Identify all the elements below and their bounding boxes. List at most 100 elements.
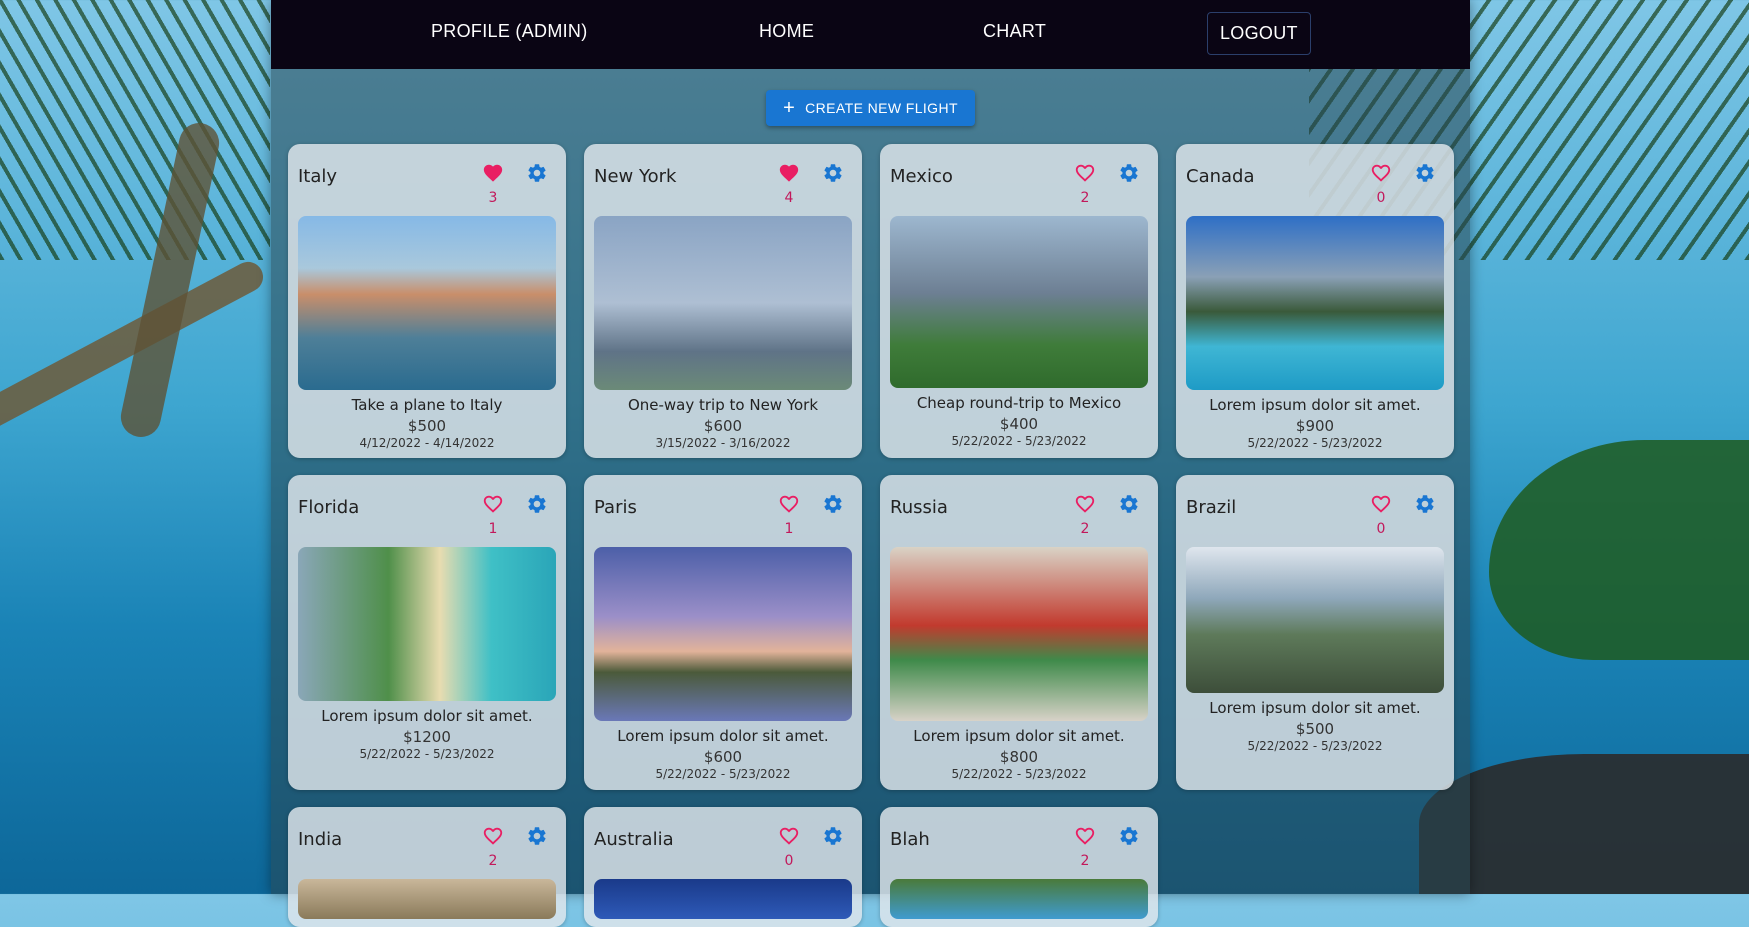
flight-card: Brazil 0 Lorem ipsum dolor sit amet. $500 5/… <box>1176 475 1454 790</box>
destination-image <box>594 216 852 390</box>
destination-image <box>890 216 1148 388</box>
card-price: $400 <box>999 415 1039 433</box>
card-description: Lorem ipsum dolor sit amet. <box>321 707 533 725</box>
card-title: Brazil <box>1186 497 1237 518</box>
card-price: $800 <box>999 748 1039 766</box>
nav-profile[interactable]: PROFILE (ADMIN) <box>431 21 588 42</box>
gear-icon[interactable] <box>1118 493 1140 515</box>
heart-icon[interactable] <box>1370 162 1392 184</box>
palm-leaves-left <box>0 0 270 260</box>
nav-chart[interactable]: CHART <box>983 21 1046 42</box>
create-flight-label: CREATE NEW FLIGHT <box>805 100 958 116</box>
destination-image <box>298 547 556 701</box>
main-panel: PROFILE (ADMIN) HOME CHART LOGOUT + CREA… <box>271 0 1470 927</box>
heart-icon[interactable] <box>778 493 800 515</box>
heart-icon[interactable] <box>482 493 504 515</box>
card-description: Lorem ipsum dolor sit amet. <box>1209 396 1421 414</box>
card-title: Australia <box>594 829 674 850</box>
card-dates: 5/22/2022 - 5/23/2022 <box>359 747 495 761</box>
create-flight-button[interactable]: + CREATE NEW FLIGHT <box>766 90 975 126</box>
card-description: One-way trip to New York <box>627 396 819 414</box>
card-description: Cheap round-trip to Mexico <box>916 394 1122 412</box>
like-count: 1 <box>784 521 794 537</box>
like-count: 2 <box>1080 190 1090 206</box>
gear-icon[interactable] <box>526 825 548 847</box>
card-title: New York <box>594 166 677 187</box>
card-price: $500 <box>407 417 447 435</box>
card-dates: 5/22/2022 - 5/23/2022 <box>951 767 1087 781</box>
card-title: Florida <box>298 497 360 518</box>
heart-icon[interactable] <box>482 825 504 847</box>
flight-card: Canada 0 Lorem ipsum dolor sit amet. $900 5/… <box>1176 144 1454 458</box>
destination-image <box>594 547 852 721</box>
like-count: 0 <box>1376 190 1386 206</box>
heart-icon[interactable] <box>778 162 800 184</box>
flight-card: India 2 <box>288 807 566 927</box>
gear-icon[interactable] <box>1414 493 1436 515</box>
gear-icon[interactable] <box>1414 162 1436 184</box>
card-dates: 4/12/2022 - 4/14/2022 <box>359 436 495 450</box>
like-count: 1 <box>488 521 498 537</box>
gear-icon[interactable] <box>526 493 548 515</box>
like-count: 0 <box>784 853 794 869</box>
card-dates: 5/22/2022 - 5/23/2022 <box>1247 739 1383 753</box>
gear-icon[interactable] <box>822 493 844 515</box>
card-dates: 5/22/2022 - 5/23/2022 <box>1247 436 1383 450</box>
heart-icon[interactable] <box>482 162 504 184</box>
logout-button[interactable]: LOGOUT <box>1207 12 1311 55</box>
card-dates: 5/22/2022 - 5/23/2022 <box>655 767 791 781</box>
gear-icon[interactable] <box>1118 162 1140 184</box>
flight-card: Russia 2 Lorem ipsum dolor sit amet. $800 5/… <box>880 475 1158 790</box>
plus-icon: + <box>783 97 796 119</box>
flight-card: Australia 0 <box>584 807 862 927</box>
card-price: $600 <box>703 748 743 766</box>
island <box>1489 440 1749 660</box>
card-title: Paris <box>594 497 637 518</box>
card-price: $500 <box>1295 720 1335 738</box>
card-title: Canada <box>1186 166 1255 187</box>
card-title: India <box>298 829 343 850</box>
destination-image <box>298 216 556 390</box>
like-count: 2 <box>488 853 498 869</box>
card-description: Lorem ipsum dolor sit amet. <box>617 727 829 745</box>
flight-card: Paris 1 Lorem ipsum dolor sit amet. $600 5/2… <box>584 475 862 790</box>
card-price: $900 <box>1295 417 1335 435</box>
heart-icon[interactable] <box>1074 162 1096 184</box>
destination-image <box>298 879 556 919</box>
like-count: 0 <box>1376 521 1386 537</box>
card-dates: 5/22/2022 - 5/23/2022 <box>951 434 1087 448</box>
nav-home[interactable]: HOME <box>759 21 814 42</box>
like-count: 2 <box>1080 521 1090 537</box>
card-title: Russia <box>890 497 948 518</box>
card-price: $600 <box>703 417 743 435</box>
destination-image <box>890 547 1148 721</box>
gear-icon[interactable] <box>822 825 844 847</box>
destination-image <box>1186 547 1444 693</box>
heart-icon[interactable] <box>1074 493 1096 515</box>
gear-icon[interactable] <box>1118 825 1140 847</box>
like-count: 2 <box>1080 853 1090 869</box>
flight-card: Mexico 2 Cheap round-trip to Mexico $400 5/2… <box>880 144 1158 458</box>
like-count: 3 <box>488 190 498 206</box>
destination-image <box>1186 216 1444 390</box>
flight-card: Florida 1 Lorem ipsum dolor sit amet. $1200… <box>288 475 566 790</box>
navbar: PROFILE (ADMIN) HOME CHART LOGOUT <box>271 0 1470 69</box>
card-description: Lorem ipsum dolor sit amet. <box>1209 699 1421 717</box>
card-dates: 3/15/2022 - 3/16/2022 <box>655 436 791 450</box>
heart-icon[interactable] <box>1370 493 1392 515</box>
card-description: Lorem ipsum dolor sit amet. <box>913 727 1125 745</box>
gear-icon[interactable] <box>526 162 548 184</box>
destination-image <box>890 879 1148 919</box>
card-title: Mexico <box>890 166 953 187</box>
card-title: Blah <box>890 829 930 850</box>
destination-image <box>594 879 852 919</box>
flight-card: Blah 2 <box>880 807 1158 927</box>
flight-card: Italy 3 Take a plane to Italy $500 4/12/2022… <box>288 144 566 458</box>
flight-card: New York 4 One-way trip to New York $600 3/1… <box>584 144 862 458</box>
heart-icon[interactable] <box>1074 825 1096 847</box>
card-price: $1200 <box>403 728 451 746</box>
heart-icon[interactable] <box>778 825 800 847</box>
like-count: 4 <box>784 190 794 206</box>
card-description: Take a plane to Italy <box>351 396 503 414</box>
gear-icon[interactable] <box>822 162 844 184</box>
